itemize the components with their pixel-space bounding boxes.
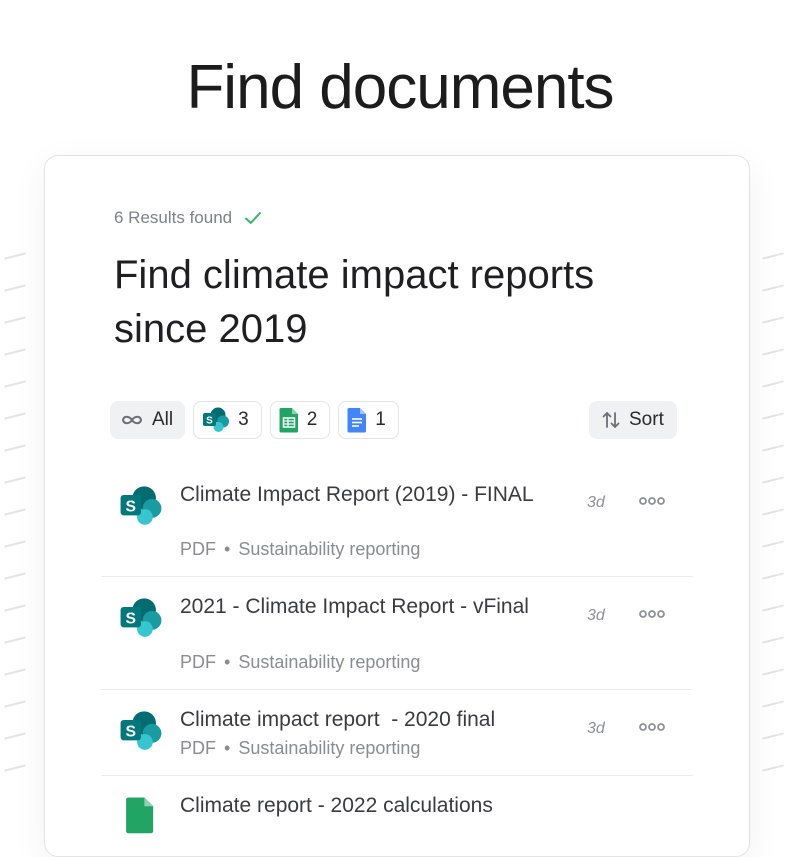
sharepoint-icon: S [203, 407, 230, 432]
document-title[interactable]: Climate report - 2022 calculations [180, 793, 600, 819]
filter-sheets-count: 2 [306, 409, 318, 430]
sheets-icon [126, 797, 154, 834]
filter-docs-count: 1 [375, 409, 386, 430]
document-type: PDF [180, 738, 216, 758]
document-meta: PDF • Sustainability reporting [180, 738, 421, 758]
document-row[interactable]: S Climate Impact Report (2019) - FINAL P… [101, 465, 693, 577]
filter-docs-button[interactable]: 1 [338, 401, 399, 439]
search-query-heading: Find climate impact reports since 2019 [114, 253, 595, 351]
search-results-card: 6 Results found Find climate impact repo… [44, 155, 750, 857]
more-options-button[interactable] [639, 717, 669, 737]
sharepoint-icon: S [120, 598, 162, 637]
document-row[interactable]: S Climate impact report - 2020 final PDF… [101, 690, 693, 776]
document-time: 3d [587, 607, 605, 624]
document-list: S Climate Impact Report (2019) - FINAL P… [101, 465, 693, 836]
page-title: Find documents [186, 53, 614, 122]
sharepoint-icon: S [120, 486, 162, 525]
document-row[interactable]: Climate report - 2022 calculations [101, 776, 693, 836]
filter-sheets-button[interactable]: 2 [269, 401, 331, 439]
filter-all-label: All [152, 409, 174, 430]
document-meta: PDF • Sustainability reporting [180, 652, 421, 672]
document-row[interactable]: S 2021 - Climate Impact Report - vFinal … [101, 577, 693, 690]
results-count-label: 6 Results found [114, 208, 233, 227]
filter-sharepoint-button[interactable]: S 3 [193, 401, 262, 439]
document-source: Sustainability reporting [238, 738, 421, 758]
sort-arrows-icon [602, 412, 620, 428]
document-title[interactable]: Climate impact report - 2020 final [180, 707, 580, 733]
more-dots-icon [639, 723, 665, 731]
document-title[interactable]: Climate Impact Report (2019) - FINAL [180, 482, 540, 508]
document-meta: PDF • Sustainability reporting [180, 539, 421, 559]
document-source: Sustainability reporting [238, 652, 421, 672]
more-dots-icon [639, 610, 665, 618]
more-options-button[interactable] [639, 491, 669, 511]
infinity-icon [121, 415, 143, 425]
more-dots-icon [639, 497, 665, 505]
sharepoint-icon: S [120, 711, 162, 750]
more-options-button[interactable] [639, 604, 669, 624]
decorative-dashes-right [762, 252, 798, 799]
svg-text:S: S [126, 499, 136, 516]
filter-all-button[interactable]: All [110, 401, 186, 439]
document-time: 3d [587, 494, 605, 511]
document-type: PDF [180, 539, 216, 559]
svg-text:S: S [126, 611, 136, 628]
document-time: 3d [587, 720, 605, 737]
document-source: Sustainability reporting [238, 539, 421, 559]
docs-icon [347, 408, 367, 433]
sort-label: Sort [629, 409, 664, 430]
source-filter-bar: All S 3 2 1 [110, 401, 399, 439]
document-title[interactable]: 2021 - Climate Impact Report - vFinal [180, 594, 540, 620]
results-count: 6 Results found [114, 208, 262, 228]
sort-button[interactable]: Sort [589, 401, 677, 439]
check-icon [245, 212, 262, 224]
decorative-dashes-left [4, 252, 40, 799]
document-type: PDF [180, 652, 216, 672]
svg-text:S: S [206, 416, 213, 427]
filter-sharepoint-count: 3 [238, 409, 249, 430]
svg-text:S: S [126, 724, 136, 741]
sheets-icon [279, 408, 298, 433]
